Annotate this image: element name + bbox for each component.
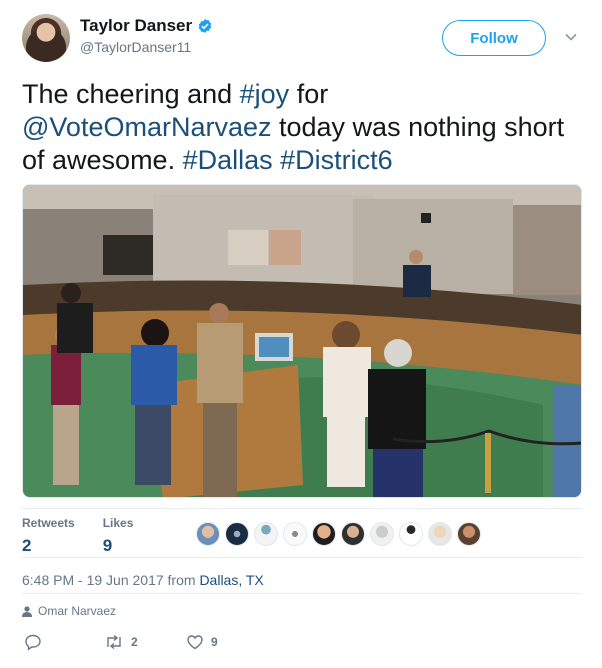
liker-avatar[interactable] [428, 522, 452, 546]
liker-avatars [196, 522, 481, 546]
likes-label: Likes [102, 516, 134, 530]
mention-link[interactable]: @VoteOmarNarvaez [22, 112, 272, 142]
tweet-photo[interactable] [22, 184, 582, 498]
user-name[interactable]: Taylor Danser [80, 16, 192, 36]
user-handle[interactable]: @TaylorDanser11 [80, 39, 191, 55]
liker-avatar[interactable] [254, 522, 278, 546]
retweet-icon [107, 634, 121, 650]
person-icon [22, 605, 32, 617]
liker-avatar[interactable] [283, 522, 307, 546]
likes-value: 9 [102, 536, 113, 555]
timestamp-text: 6:48 PM - 19 Jun 2017 from [22, 572, 200, 588]
retweets-label: Retweets [22, 516, 75, 530]
divider [22, 508, 582, 509]
liker-avatar[interactable] [341, 522, 365, 546]
like-button[interactable]: 9 [186, 633, 218, 651]
divider [22, 593, 582, 594]
tagged-user[interactable]: Omar Narvaez [22, 604, 116, 618]
reply-button[interactable] [24, 633, 42, 651]
retweet-count: 2 [131, 635, 138, 649]
liker-avatar[interactable] [225, 522, 249, 546]
retweets-value: 2 [22, 536, 32, 555]
chevron-down-icon[interactable] [564, 30, 578, 44]
likes-stat[interactable]: Likes 9 [103, 516, 134, 556]
follow-button[interactable]: Follow [442, 20, 546, 56]
verified-badge-icon [198, 19, 212, 33]
hashtag-district-link[interactable]: #District6 [280, 145, 393, 175]
location-link[interactable]: Dallas, TX [199, 572, 263, 588]
like-count: 9 [211, 635, 218, 649]
tweet-actions: 2 9 [22, 633, 322, 653]
liker-avatar[interactable] [196, 522, 220, 546]
avatar[interactable] [22, 14, 70, 62]
retweet-button[interactable]: 2 [104, 633, 138, 651]
tweet-timestamp: 6:48 PM - 19 Jun 2017 from Dallas, TX [22, 572, 264, 588]
liker-avatar[interactable] [312, 522, 336, 546]
liker-avatar[interactable] [457, 522, 481, 546]
hashtag-dallas-link[interactable]: #Dallas [183, 145, 273, 175]
reply-icon [25, 634, 41, 651]
divider [22, 557, 582, 558]
heart-icon [187, 635, 203, 650]
tagged-user-name: Omar Narvaez [38, 604, 117, 618]
liker-avatar[interactable] [399, 522, 423, 546]
liker-avatar[interactable] [370, 522, 394, 546]
tweet-text-part: The cheering and [22, 79, 240, 109]
tweet-text-part: for [289, 79, 329, 109]
hashtag-joy-link[interactable]: #joy [240, 79, 290, 109]
retweets-stat[interactable]: Retweets 2 [22, 516, 75, 556]
council-chamber-image [23, 185, 581, 497]
tweet-text: The cheering and #joy for @VoteOmarNarvae… [22, 78, 582, 177]
